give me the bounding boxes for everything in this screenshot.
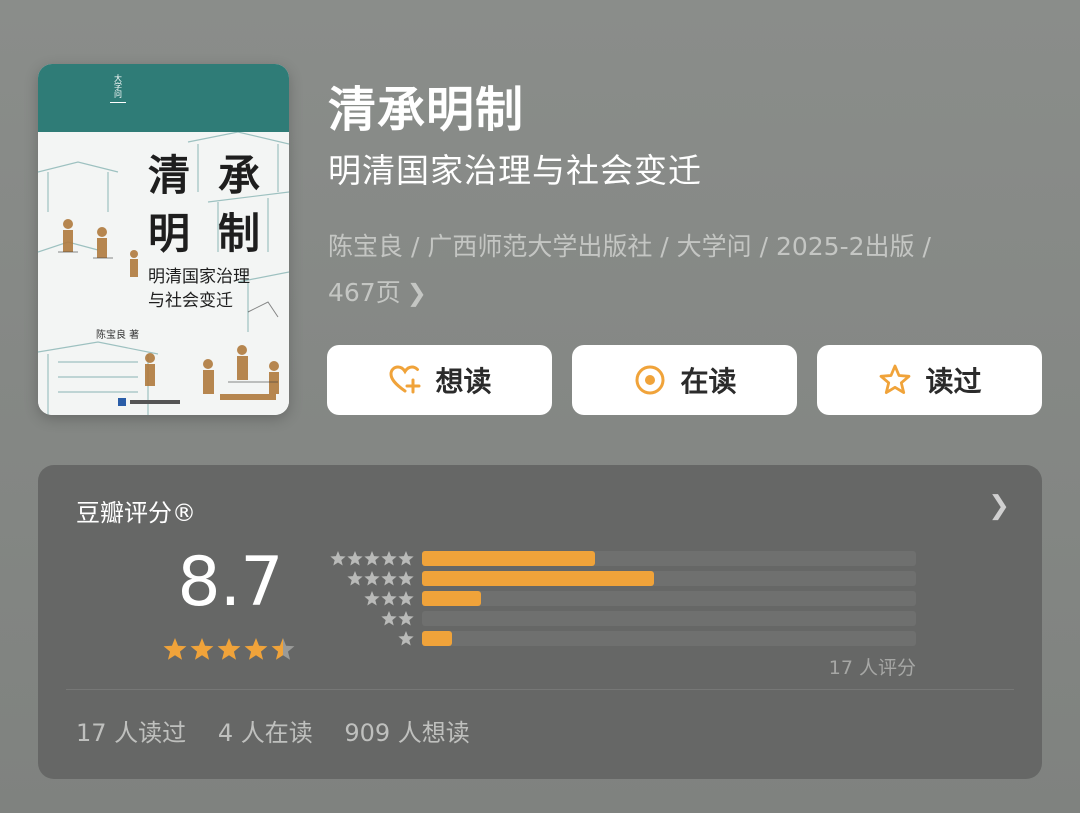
- reader-stats: 17 人读过 4 人在读 909 人想读: [76, 713, 494, 748]
- read-label: 读过: [925, 365, 982, 398]
- want-count[interactable]: 909 人想读: [344, 719, 469, 747]
- want-to-read-button[interactable]: 想读: [327, 345, 552, 415]
- score-star-3: [217, 638, 241, 660]
- cover-subtitle-line-1: 明清国家治理: [148, 267, 250, 287]
- want-to-read-label: 想读: [435, 365, 492, 398]
- score-star-4: [244, 638, 268, 660]
- reading-button[interactable]: 在读: [572, 345, 797, 415]
- score-star-5: [271, 638, 295, 660]
- book-meta-line-2: 467页: [328, 278, 401, 307]
- rating-title: 豆瓣评分®: [76, 499, 196, 527]
- rating-bar-3-star: [422, 591, 916, 606]
- star-outline-icon: [880, 364, 911, 394]
- dist-star-5-1: [398, 551, 414, 566]
- target-icon: [635, 365, 665, 395]
- cover-title-char-3: 明: [148, 209, 191, 258]
- heart-plus-icon: [389, 365, 421, 394]
- cover-publisher-mark: 大学问: [110, 74, 126, 103]
- cover-author: 陈宝良 著: [96, 330, 140, 341]
- divider: [66, 689, 1014, 690]
- cover-title-char-4: 制: [218, 209, 261, 258]
- dist-star-5-5: [330, 551, 346, 566]
- raters-count: 17 人评分: [828, 657, 916, 679]
- score-star-2: [190, 638, 214, 660]
- read-count[interactable]: 17 人读过: [76, 719, 186, 747]
- dist-star-4-2: [381, 571, 397, 586]
- rating-score: 8.7: [177, 543, 283, 622]
- rating-bar-3-star-fill: [422, 591, 482, 606]
- dist-star-5-2: [381, 551, 397, 566]
- cover-band: 大学问: [38, 64, 289, 132]
- reading-count[interactable]: 4 人在读: [218, 719, 313, 747]
- score-star-1: [163, 638, 187, 660]
- rating-bar-1-star-fill: [422, 631, 452, 646]
- chevron-right-icon[interactable]: ❯: [988, 491, 1010, 521]
- dist-star-3-3: [364, 591, 380, 606]
- rating-bar-5-star: [422, 551, 916, 566]
- dist-star-4-3: [364, 571, 380, 586]
- dist-star-5-4: [347, 551, 363, 566]
- book-cover[interactable]: 大学问 清 承 明 制 明清国家治理 与社会变迁 陈宝良 著: [38, 64, 289, 415]
- rating-bar-5-star-fill: [422, 551, 595, 566]
- book-meta[interactable]: 陈宝良 / 广西师范大学出版社 / 大学问 / 2025-2出版 / 467页 ❯: [328, 224, 1008, 316]
- dist-star-4-4: [347, 571, 363, 586]
- read-button[interactable]: 读过: [817, 345, 1042, 415]
- book-title: 清承明制: [328, 82, 525, 138]
- chevron-right-icon[interactable]: ❯: [407, 270, 427, 316]
- rating-card[interactable]: 豆瓣评分® ❯ 8.7 17 人评分 17 人读过 4 人在读 909 人想读: [38, 465, 1042, 779]
- cover-title-char-1: 清: [148, 151, 191, 200]
- rating-bar-2-star: [422, 611, 916, 626]
- book-meta-line-1: 陈宝良 / 广西师范大学出版社 / 大学问 / 2025-2出版 /: [328, 232, 931, 261]
- rating-bar-4-star-fill: [422, 571, 655, 586]
- dist-star-3-1: [398, 591, 414, 606]
- distribution-star-labels: [330, 551, 414, 646]
- rating-bar-4-star: [422, 571, 916, 586]
- reading-label: 在读: [680, 365, 737, 398]
- dist-star-3-2: [381, 591, 397, 606]
- dist-star-2-2: [381, 611, 397, 626]
- cover-subtitle-line-2: 与社会变迁: [148, 291, 233, 311]
- dist-star-2-1: [398, 611, 414, 626]
- rating-bar-1-star: [422, 631, 916, 646]
- dist-star-1-1: [398, 631, 414, 646]
- dist-star-5-3: [364, 551, 380, 566]
- score-stars: [163, 638, 295, 660]
- dist-star-4-1: [398, 571, 414, 586]
- book-subtitle: 明清国家治理与社会变迁: [328, 151, 702, 190]
- cover-title-char-2: 承: [218, 151, 261, 200]
